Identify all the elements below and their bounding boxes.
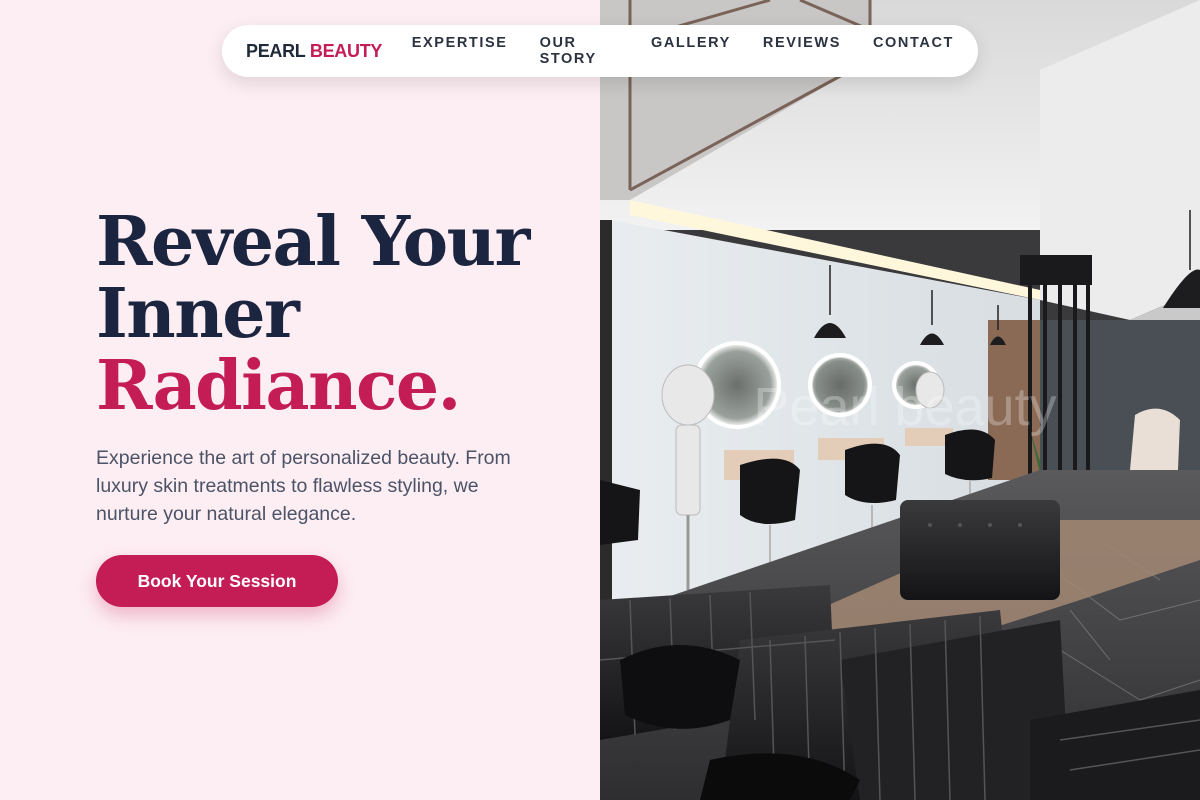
hero-title-line3: Radiance. bbox=[96, 346, 461, 426]
nav-link-our-story[interactable]: OUR STORY bbox=[540, 35, 619, 67]
nav-link-expertise[interactable]: EXPERTISE bbox=[412, 35, 508, 67]
hero-subtitle: Experience the art of personalized beaut… bbox=[96, 447, 511, 525]
salon-interior-photo: Pearl beauty bbox=[600, 0, 1200, 800]
brand-name-part2: BEAUTY bbox=[309, 40, 383, 61]
nav-link-contact[interactable]: CONTACT bbox=[873, 35, 954, 67]
salon-watermark-text: Pearl beauty bbox=[753, 377, 1056, 437]
brand-name-part1: PEARL bbox=[246, 40, 306, 61]
nav-links: EXPERTISE OUR STORY GALLERY REVIEWS CONT… bbox=[412, 35, 954, 67]
hero-title-line1: Reveal Your bbox=[96, 202, 530, 282]
top-navbar: PEARL BEAUTY EXPERTISE OUR STORY GALLERY… bbox=[222, 25, 978, 77]
book-session-button[interactable]: Book Your Session bbox=[96, 555, 338, 607]
hero-title: Reveal Your Inner Radiance. bbox=[96, 206, 530, 422]
brand-logo[interactable]: PEARL BEAUTY bbox=[246, 41, 412, 62]
nav-link-reviews[interactable]: REVIEWS bbox=[763, 35, 841, 67]
hero-title-line2: Inner bbox=[96, 274, 300, 354]
nav-link-gallery[interactable]: GALLERY bbox=[651, 35, 731, 67]
